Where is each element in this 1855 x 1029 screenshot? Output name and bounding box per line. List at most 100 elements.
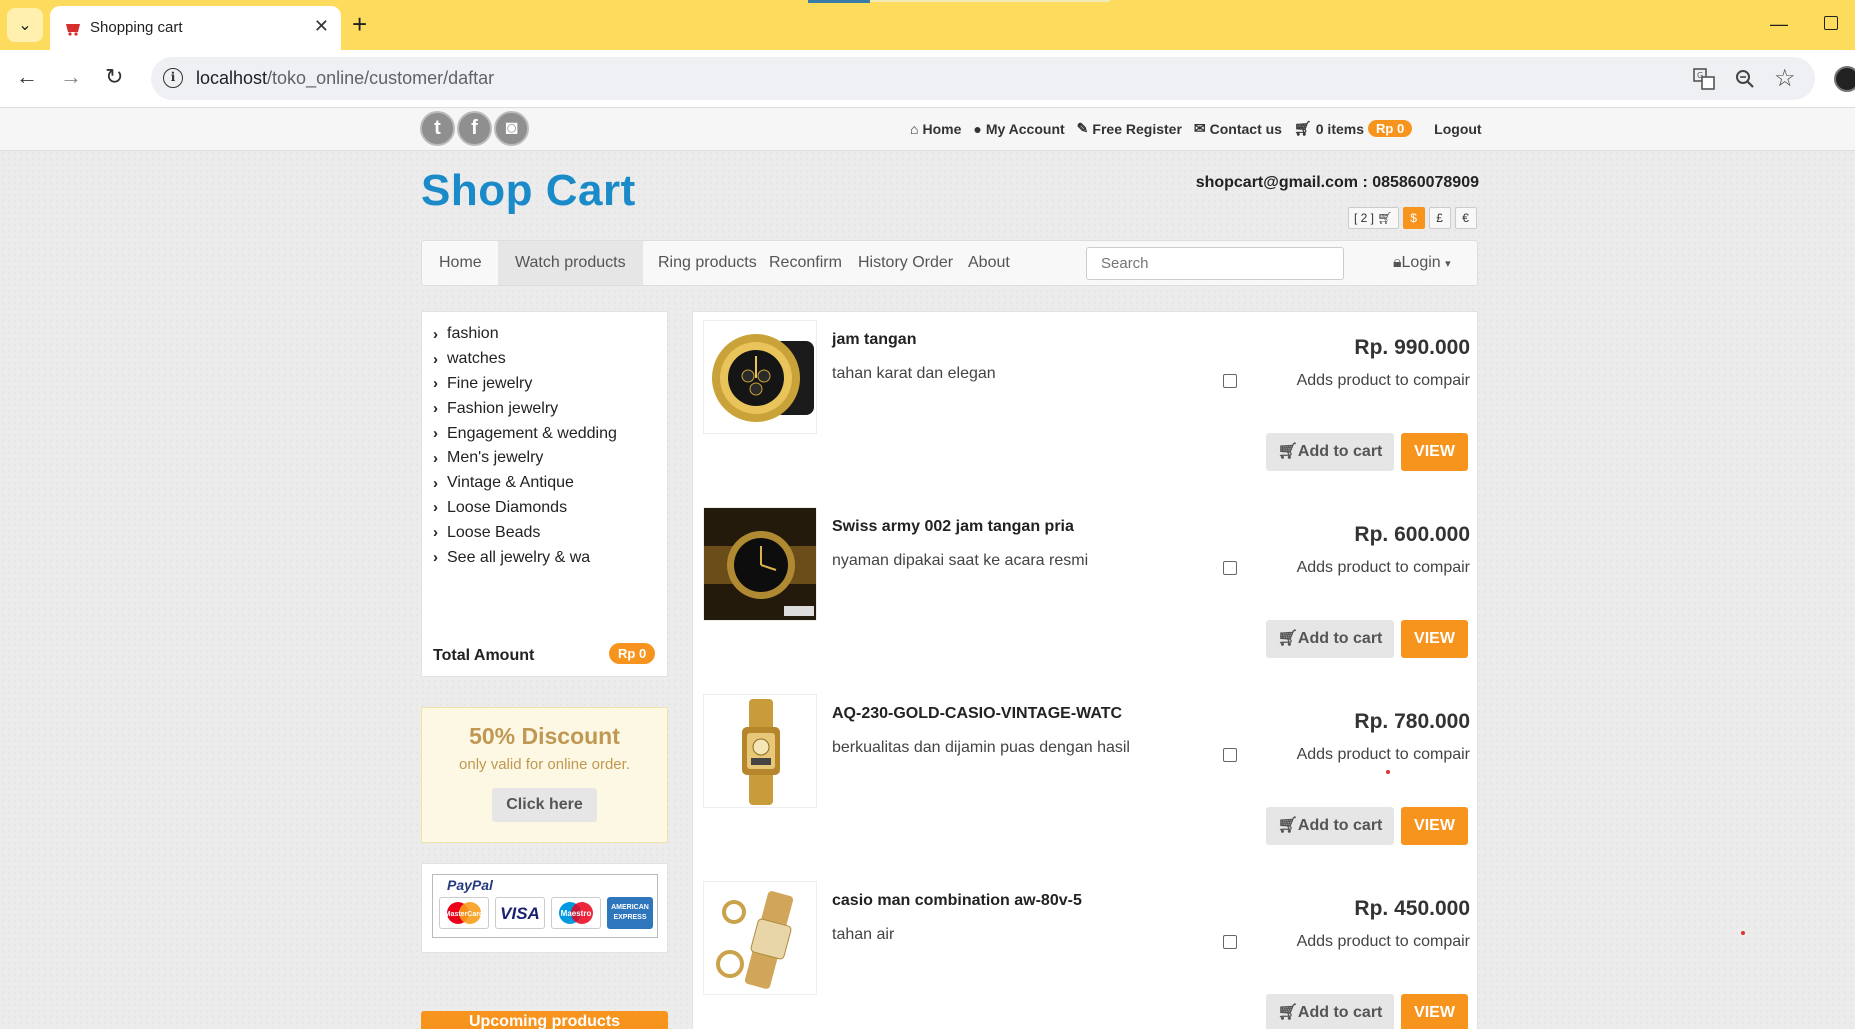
view-button[interactable]: VIEW	[1401, 620, 1468, 658]
view-button[interactable]: VIEW	[1401, 807, 1468, 845]
tab-search-icon[interactable]: ⌄	[7, 8, 43, 42]
add-to-cart-label: Add to cart	[1297, 630, 1383, 647]
cart-icon: 🛒︎	[1277, 817, 1298, 834]
category-list: › fashion › watches › Fine jewelry › Fashion…	[433, 322, 617, 570]
category-item[interactable]: › fashion	[433, 322, 617, 347]
instagram-icon[interactable]: ◙	[494, 111, 529, 146]
visa-logo: VISA	[495, 897, 545, 929]
nav-home[interactable]: Home	[422, 241, 499, 285]
compare-checkbox[interactable]	[1223, 374, 1237, 388]
product-name[interactable]: jam tangan	[832, 331, 916, 349]
url-text[interactable]: localhost/toko_online/customer/daftar	[196, 68, 494, 89]
product-name[interactable]: AQ-230-GOLD-CASIO-VINTAGE-WATC	[832, 705, 1122, 723]
cursor-dot	[1386, 770, 1390, 774]
user-icon: ●	[973, 120, 982, 137]
top-link-my-account[interactable]: ● My Account	[973, 121, 1064, 137]
discount-click-button[interactable]: Click here	[492, 788, 597, 822]
translate-icon[interactable]: G	[1693, 68, 1715, 90]
reload-icon[interactable]: ↻	[105, 64, 123, 90]
compare-checkbox[interactable]	[1223, 935, 1237, 949]
forward-icon[interactable]: →	[60, 64, 82, 90]
product-image[interactable]	[703, 694, 817, 808]
zoom-icon[interactable]	[1734, 68, 1756, 90]
currency-dollar[interactable]: $	[1402, 207, 1425, 229]
total-amount-badge: Rp 0	[609, 643, 656, 664]
compare-checkbox[interactable]	[1223, 748, 1237, 762]
add-to-cart-button[interactable]: 🛒︎Add to cart	[1266, 807, 1394, 845]
product-price: Rp. 450.000	[1354, 897, 1470, 920]
back-icon[interactable]: ←	[16, 64, 38, 90]
category-item[interactable]: › watches	[433, 347, 617, 372]
watch-icon	[704, 508, 816, 620]
header-cart-button[interactable]: [ 2 ] 🛒︎	[1348, 207, 1399, 229]
product-description: tahan karat dan elegan	[832, 365, 996, 382]
compare-label: Adds product to compair	[1296, 559, 1470, 576]
home-icon: ⌂	[910, 120, 919, 137]
twitter-icon[interactable]: t	[420, 111, 455, 146]
minimize-icon[interactable]: —	[1770, 14, 1788, 35]
category-label: Vintage & Antique	[447, 474, 574, 492]
page-viewport: t f ◙ ⌂ Home ● My Account ✎ Free Register ✉…	[0, 108, 1855, 1029]
facebook-icon[interactable]: f	[457, 111, 492, 146]
chevron-right-icon: ›	[433, 400, 438, 418]
top-link-home[interactable]: ⌂ Home	[910, 121, 961, 137]
chevron-right-icon: ›	[433, 375, 438, 393]
watch-icon	[742, 699, 780, 805]
compare-checkbox[interactable]	[1223, 561, 1237, 575]
watch-icon	[712, 334, 814, 422]
category-item[interactable]: › Engagement & wedding	[433, 421, 617, 446]
currency-euro[interactable]: €	[1454, 207, 1477, 229]
add-to-cart-label: Add to cart	[1297, 817, 1383, 834]
top-link-contact[interactable]: ✉ Contact us	[1194, 120, 1282, 137]
address-bar[interactable]: i localhost/toko_online/customer/daftar …	[151, 57, 1815, 100]
profile-avatar[interactable]	[1834, 66, 1855, 92]
add-to-cart-button[interactable]: 🛒︎Add to cart	[1266, 433, 1394, 471]
maestro-text: Maestro	[561, 909, 592, 918]
new-tab-icon[interactable]: +	[352, 9, 367, 39]
category-item[interactable]: › Fashion jewelry	[433, 396, 617, 421]
payment-logos: PayPal MasterCard VISA Maestro AMERICAN …	[432, 874, 658, 938]
site-info-icon[interactable]: i	[163, 68, 183, 88]
product-name[interactable]: Swiss army 002 jam tangan pria	[832, 518, 1074, 536]
category-item[interactable]: › See all jewelry & wa	[433, 545, 617, 570]
category-item[interactable]: › Loose Beads	[433, 520, 617, 545]
cart-icon: 🛒︎	[1377, 211, 1393, 225]
category-label: Fine jewelry	[447, 374, 533, 392]
product-item: Swiss army 002 jam tangan pria nyaman di…	[693, 499, 1479, 686]
top-link-register[interactable]: ✎ Free Register	[1077, 120, 1182, 137]
top-link-label: My Account	[985, 120, 1065, 137]
top-link-label: Home	[922, 120, 962, 137]
chevron-right-icon: ›	[433, 499, 438, 517]
top-link-cart[interactable]: 🛒︎ 0 items Rp 0	[1294, 120, 1413, 137]
tab-close-icon[interactable]: ✕	[314, 16, 329, 36]
category-item[interactable]: › Men's jewelry	[433, 446, 617, 471]
add-to-cart-button[interactable]: 🛒︎Add to cart	[1266, 620, 1394, 658]
site-topbar: t f ◙ ⌂ Home ● My Account ✎ Free Register ✉…	[0, 108, 1855, 151]
browser-tab[interactable]: Shopping cart ✕	[50, 6, 341, 50]
nav-watch-products[interactable]: Watch products	[498, 241, 643, 285]
login-dropdown[interactable]: 🔒︎Login ▾	[1393, 241, 1451, 286]
view-button[interactable]: VIEW	[1401, 994, 1468, 1029]
product-image[interactable]	[703, 507, 817, 621]
product-name[interactable]: casio man combination aw-80v-5	[832, 892, 1082, 910]
product-price: Rp. 600.000	[1354, 523, 1470, 546]
product-description: tahan air	[832, 926, 895, 943]
category-item[interactable]: › Vintage & Antique	[433, 471, 617, 496]
category-item[interactable]: › Fine jewelry	[433, 372, 617, 397]
category-item[interactable]: › Loose Diamonds	[433, 496, 617, 521]
site-logo[interactable]: Shop Cart	[421, 166, 636, 216]
bookmark-star-icon[interactable]: ☆	[1774, 64, 1796, 93]
product-image[interactable]	[703, 320, 817, 434]
nav-about[interactable]: About	[951, 241, 1027, 285]
search-input[interactable]	[1086, 247, 1344, 280]
add-to-cart-button[interactable]: 🛒︎Add to cart	[1266, 994, 1394, 1029]
product-image[interactable]	[703, 881, 817, 995]
tab-title: Shopping cart	[90, 19, 183, 36]
currency-pound[interactable]: £	[1428, 207, 1451, 229]
view-button[interactable]: VIEW	[1401, 433, 1468, 471]
maximize-icon[interactable]	[1824, 16, 1838, 30]
upcoming-products-header[interactable]: Upcoming products	[421, 1011, 668, 1029]
cart-count: [ 2 ]	[1354, 211, 1375, 225]
logout-link[interactable]: Logout	[1434, 121, 1481, 137]
product-item: casio man combination aw-80v-5 tahan air…	[693, 873, 1479, 1029]
